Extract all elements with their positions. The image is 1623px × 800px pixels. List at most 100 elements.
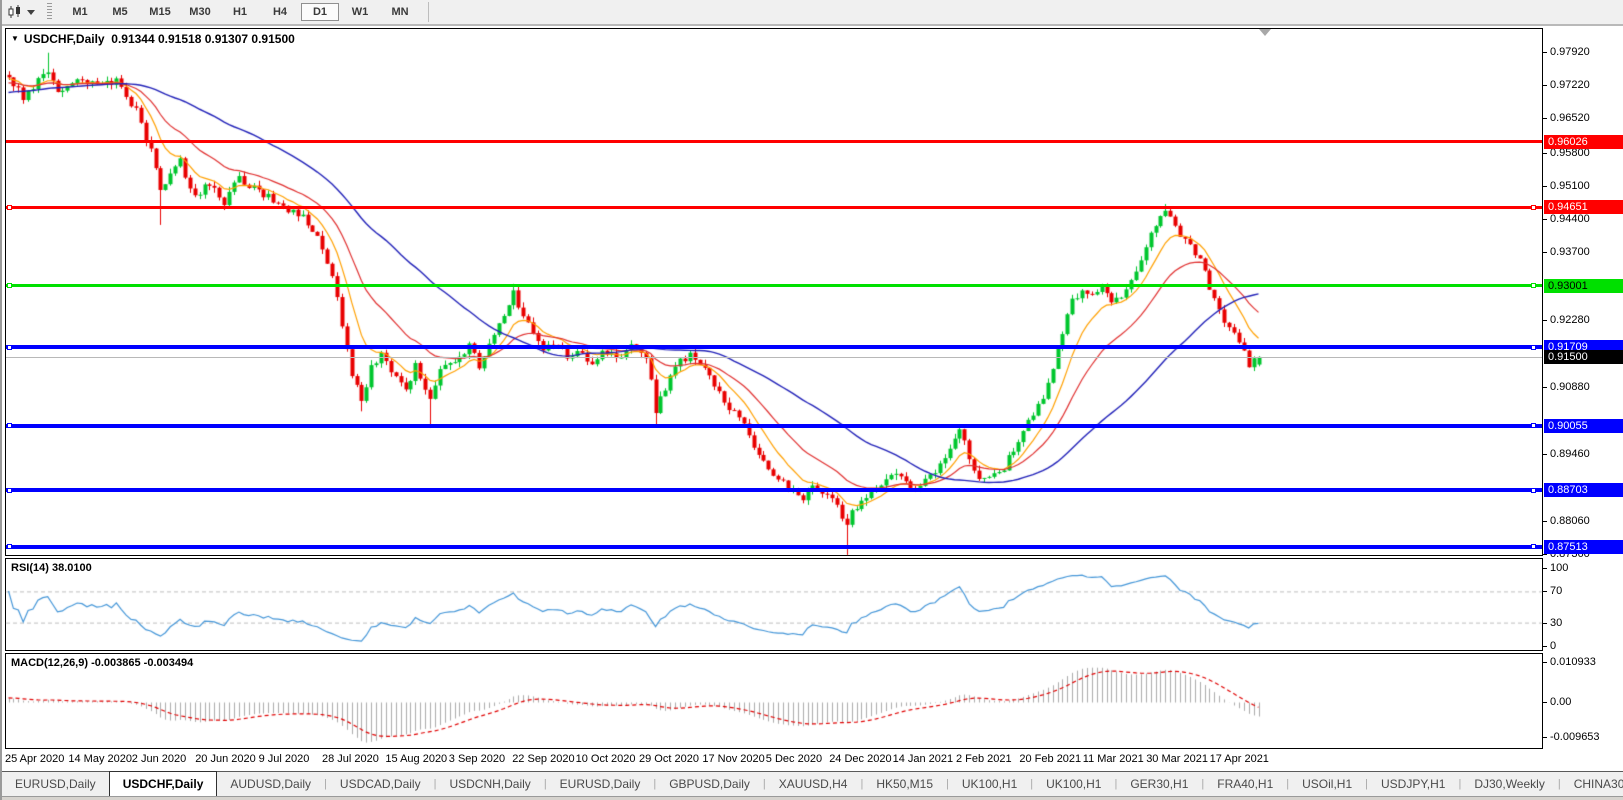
price-tick-0.88060: 0.88060: [1550, 515, 1590, 527]
chart-tab-usoil-h1[interactable]: USOil,H1: [1289, 772, 1365, 796]
date-label: 14 May 2020: [68, 753, 132, 765]
current-price-badge: 0.91500: [1544, 350, 1623, 364]
price-badge-0.94651: 0.94651: [1544, 200, 1623, 214]
current-price-line: [6, 357, 1542, 358]
price-badge-0.93001: 0.93001: [1544, 279, 1623, 293]
axis-tickmark: [1543, 662, 1547, 663]
axis-tickmark: [1543, 454, 1547, 455]
horizontal-level-line-0.88703[interactable]: [6, 488, 1542, 492]
chart-shift-marker[interactable]: [1259, 29, 1271, 36]
date-label: 15 Aug 2020: [385, 753, 447, 765]
date-label: 22 Sep 2020: [512, 753, 574, 765]
macd-label: MACD(12,26,9) -0.003865 -0.003494: [11, 657, 193, 669]
chart-title: ▼ USDCHF,Daily 0.91344 0.91518 0.91307 0.…: [11, 32, 295, 46]
date-label: 20 Feb 2021: [1019, 753, 1081, 765]
chart-tab-gbpusd-daily[interactable]: GBPUSD,Daily: [656, 772, 763, 796]
chart-tab-eurusd-daily[interactable]: EURUSD,Daily: [2, 772, 109, 796]
rsi-tick-70: 70: [1550, 585, 1562, 597]
price-tick-0.92280: 0.92280: [1550, 314, 1590, 326]
axis-tickmark: [1543, 646, 1547, 647]
date-label: 10 Oct 2020: [576, 753, 636, 765]
rsi-tick-0: 0: [1550, 640, 1556, 652]
chart-tab-xauusd-h4[interactable]: XAUUSD,H4: [766, 772, 861, 796]
date-label: 28 Jul 2020: [322, 753, 379, 765]
chart-tab-ger30-h1[interactable]: GER30,H1: [1117, 772, 1201, 796]
axis-tickmark: [1543, 219, 1547, 220]
chart-title-ohlc: 0.91344 0.91518 0.91307 0.91500: [111, 32, 295, 46]
chart-tab-dj30-weekly[interactable]: DJ30,Weekly: [1461, 772, 1557, 796]
axis-tickmark: [1543, 387, 1547, 388]
chart-tab-usdjpy-h1[interactable]: USDJPY,H1: [1368, 772, 1458, 796]
horizontal-level-line-0.94651[interactable]: [6, 206, 1542, 209]
axis-tickmark: [1543, 85, 1547, 86]
price-badge-0.87513: 0.87513: [1544, 540, 1623, 554]
horizontal-level-line-0.93001[interactable]: [6, 284, 1542, 287]
collapse-triangle-icon[interactable]: ▼: [11, 34, 19, 43]
chart-tab-usdcnh-daily[interactable]: USDCNH,Daily: [436, 772, 543, 796]
chart-tab-usdchf-daily[interactable]: USDCHF,Daily: [109, 771, 218, 796]
axis-tickmark: [1543, 737, 1547, 738]
price-tick-0.93700: 0.93700: [1550, 246, 1590, 258]
axis-tickmark: [1543, 118, 1547, 119]
date-label: 14 Jan 2021: [893, 753, 954, 765]
axis-tickmark: [1543, 521, 1547, 522]
level-endpoint-marker[interactable]: [7, 544, 12, 549]
chart-tab-fra40-h1[interactable]: FRA40,H1: [1204, 772, 1286, 796]
level-endpoint-marker[interactable]: [1531, 423, 1536, 428]
price-tick-0.97920: 0.97920: [1550, 46, 1590, 58]
level-endpoint-marker[interactable]: [1531, 345, 1536, 350]
chart-tab-bar: EURUSD,DailyUSDCHF,DailyAUDUSD,Daily|USD…: [2, 771, 1623, 796]
price-tick-0.90880: 0.90880: [1550, 381, 1590, 393]
axis-tickmark: [1543, 568, 1547, 569]
axis-tickmark: [1543, 153, 1547, 154]
level-endpoint-marker[interactable]: [7, 423, 12, 428]
date-label: 11 Mar 2021: [1083, 753, 1144, 765]
date-axis[interactable]: 25 Apr 202014 May 20202 Jun 202020 Jun 2…: [2, 749, 1623, 771]
macd-tick-0.010933: 0.010933: [1550, 656, 1596, 668]
date-label: 25 Apr 2020: [5, 753, 64, 765]
level-endpoint-marker[interactable]: [7, 205, 12, 210]
price-badge-0.96026: 0.96026: [1544, 135, 1623, 149]
level-endpoint-marker[interactable]: [1531, 283, 1536, 288]
date-label: 24 Dec 2020: [829, 753, 891, 765]
axis-tickmark: [1543, 320, 1547, 321]
horizontal-level-line-0.90055[interactable]: [6, 424, 1542, 428]
price-tick-0.95100: 0.95100: [1550, 180, 1590, 192]
level-endpoint-marker[interactable]: [7, 283, 12, 288]
rsi-label: RSI(14) 38.0100: [11, 562, 92, 574]
level-endpoint-marker[interactable]: [1531, 544, 1536, 549]
horizontal-level-line-0.91709[interactable]: [6, 345, 1542, 349]
price-badge-0.88703: 0.88703: [1544, 483, 1623, 497]
price-tick-0.97220: 0.97220: [1550, 79, 1590, 91]
level-endpoint-marker[interactable]: [7, 345, 12, 350]
chart-title-symbol: USDCHF,Daily: [24, 32, 105, 46]
chart-tab-audusd-daily[interactable]: AUDUSD,Daily: [217, 772, 324, 796]
chart-tab-china300-h1[interactable]: CHINA300,H1: [1561, 772, 1623, 796]
axis-tickmark: [1543, 52, 1547, 53]
chart-tab-eurusd-daily[interactable]: EURUSD,Daily: [547, 772, 654, 796]
price-badge-0.90055: 0.90055: [1544, 419, 1623, 433]
date-label: 3 Sep 2020: [449, 753, 505, 765]
date-label: 17 Nov 2020: [702, 753, 764, 765]
price-tick-0.89460: 0.89460: [1550, 448, 1590, 460]
chart-tab-uk100-h1[interactable]: UK100,H1: [1033, 772, 1114, 796]
level-endpoint-marker[interactable]: [1531, 488, 1536, 493]
chart-canvas[interactable]: [2, 0, 1623, 800]
price-tick-0.96520: 0.96520: [1550, 112, 1590, 124]
chart-tab-usdcad-daily[interactable]: USDCAD,Daily: [327, 772, 434, 796]
trading-app-window: M1M5M15M30H1H4D1W1MN ▼USDCHF,Daily 0.913…: [0, 0, 1623, 800]
axis-tickmark: [1543, 554, 1547, 555]
level-endpoint-marker[interactable]: [1531, 205, 1536, 210]
axis-tickmark: [1543, 186, 1547, 187]
rsi-tick-100: 100: [1550, 562, 1568, 574]
chart-tab-uk100-h1[interactable]: UK100,H1: [949, 772, 1030, 796]
date-label: 29 Oct 2020: [639, 753, 699, 765]
chart-tab-hk50-m15[interactable]: HK50,M15: [863, 772, 946, 796]
axis-tickmark: [1543, 252, 1547, 253]
macd-tick-0.00: 0.00: [1550, 696, 1571, 708]
date-label: 2 Jun 2020: [132, 753, 186, 765]
date-label: 5 Dec 2020: [766, 753, 822, 765]
horizontal-level-line-0.87513[interactable]: [6, 545, 1542, 549]
horizontal-level-line-0.96026[interactable]: [6, 140, 1542, 143]
level-endpoint-marker[interactable]: [7, 488, 12, 493]
